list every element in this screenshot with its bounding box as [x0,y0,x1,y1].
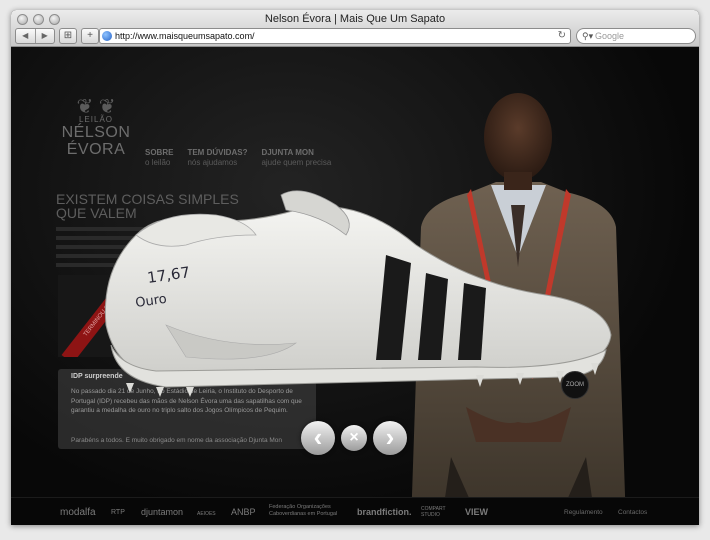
main-menu: SOBRE o leilão TEM DÚVIDAS? nós ajudamos… [145,148,331,167]
sponsor-logo-compart[interactable]: COMPART STUDIO [421,506,445,518]
menu-item-subtitle: o leilão [145,158,171,167]
page-content: ❦ ❦ LEILÃO NÉLSON ÉVORA SOBRE o leilão T… [11,47,699,525]
sponsor-logo-federacao[interactable]: Federação Organizações Caboverdianas em … [269,504,351,518]
logo-first-name: NÉLSON [61,124,131,141]
next-arrow-icon[interactable]: › [373,421,407,455]
add-bookmark-icon[interactable]: + [81,28,99,44]
previous-arrow-icon[interactable]: ‹ [301,421,335,455]
url-text[interactable]: http://www.maisqueumsapato.com/ [115,29,255,43]
site-logo[interactable]: ❦ ❦ LEILÃO NÉLSON ÉVORA [56,97,136,158]
sponsor-logo-view[interactable]: VIEW [465,507,488,517]
sponsor-logo-djuntamon[interactable]: djuntamon [141,507,183,517]
address-bar[interactable]: http://www.maisqueumsapato.com/ ↻ [99,28,571,44]
sponsor-logo-aeioes[interactable]: AEIOES [197,511,216,517]
news-thanks: Parabéns a todos. E muito obrigado em no… [71,437,283,444]
sponsor-logo-anbp[interactable]: ANBP [231,507,256,517]
logo-auction: LEILÃO [78,115,113,124]
menu-item-duvidas[interactable]: TEM DÚVIDAS? nós ajudamos [187,148,247,167]
menu-item-title: SOBRE [145,148,174,157]
menu-item-title: TEM DÚVIDAS? [187,148,248,157]
sponsor-logo-rtp[interactable]: RTP [111,509,125,516]
logo-last-name: ÉVORA [66,141,126,158]
sponsor-logo-brandfiction[interactable]: brandfiction. [357,507,412,517]
window-title: Nelson Évora | Mais Que Um Sapato [264,13,446,25]
menu-item-djunta-mon[interactable]: DJUNTA MON ajude quem precisa [261,148,331,167]
globe-icon [102,31,112,41]
back-icon[interactable]: ◀ [16,29,36,43]
browser-window: Nelson Évora | Mais Que Um Sapato ◀ ▶ ⊞ … [11,10,699,525]
grid-icon[interactable]: ⊞ [59,28,77,44]
search-placeholder: Google [595,31,625,41]
menu-item-subtitle: ajude quem precisa [261,158,332,167]
sponsor-logo-modalfa[interactable]: modalfa [60,507,96,518]
zoom-button[interactable]: ZOOM [561,371,589,399]
footer-link-contactos[interactable]: Contactos [618,509,647,516]
menu-item-sobre[interactable]: SOBRE o leilão [145,148,173,167]
sneaker-image: 17,67 Ouro [104,190,612,397]
search-field[interactable]: ⚲▾ Google [576,28,696,44]
footer-link-regulamento[interactable]: Regulamento [564,509,603,516]
history-nav: ◀ ▶ [15,28,55,44]
menu-item-subtitle: nós ajudamos [187,158,238,167]
forward-icon[interactable]: ▶ [36,29,55,43]
close-viewer-icon[interactable]: × [341,425,367,451]
reload-icon[interactable]: ↻ [558,29,566,43]
search-icon: ⚲▾ [582,31,594,41]
laurel-icon: ❦ ❦ [76,96,116,118]
menu-item-title: DJUNTA MON [261,148,314,157]
title-bar: Nelson Évora | Mais Que Um Sapato ◀ ▶ ⊞ … [11,10,699,47]
footer: modalfa RTP djuntamon AEIOES ANBP Federa… [11,497,699,525]
